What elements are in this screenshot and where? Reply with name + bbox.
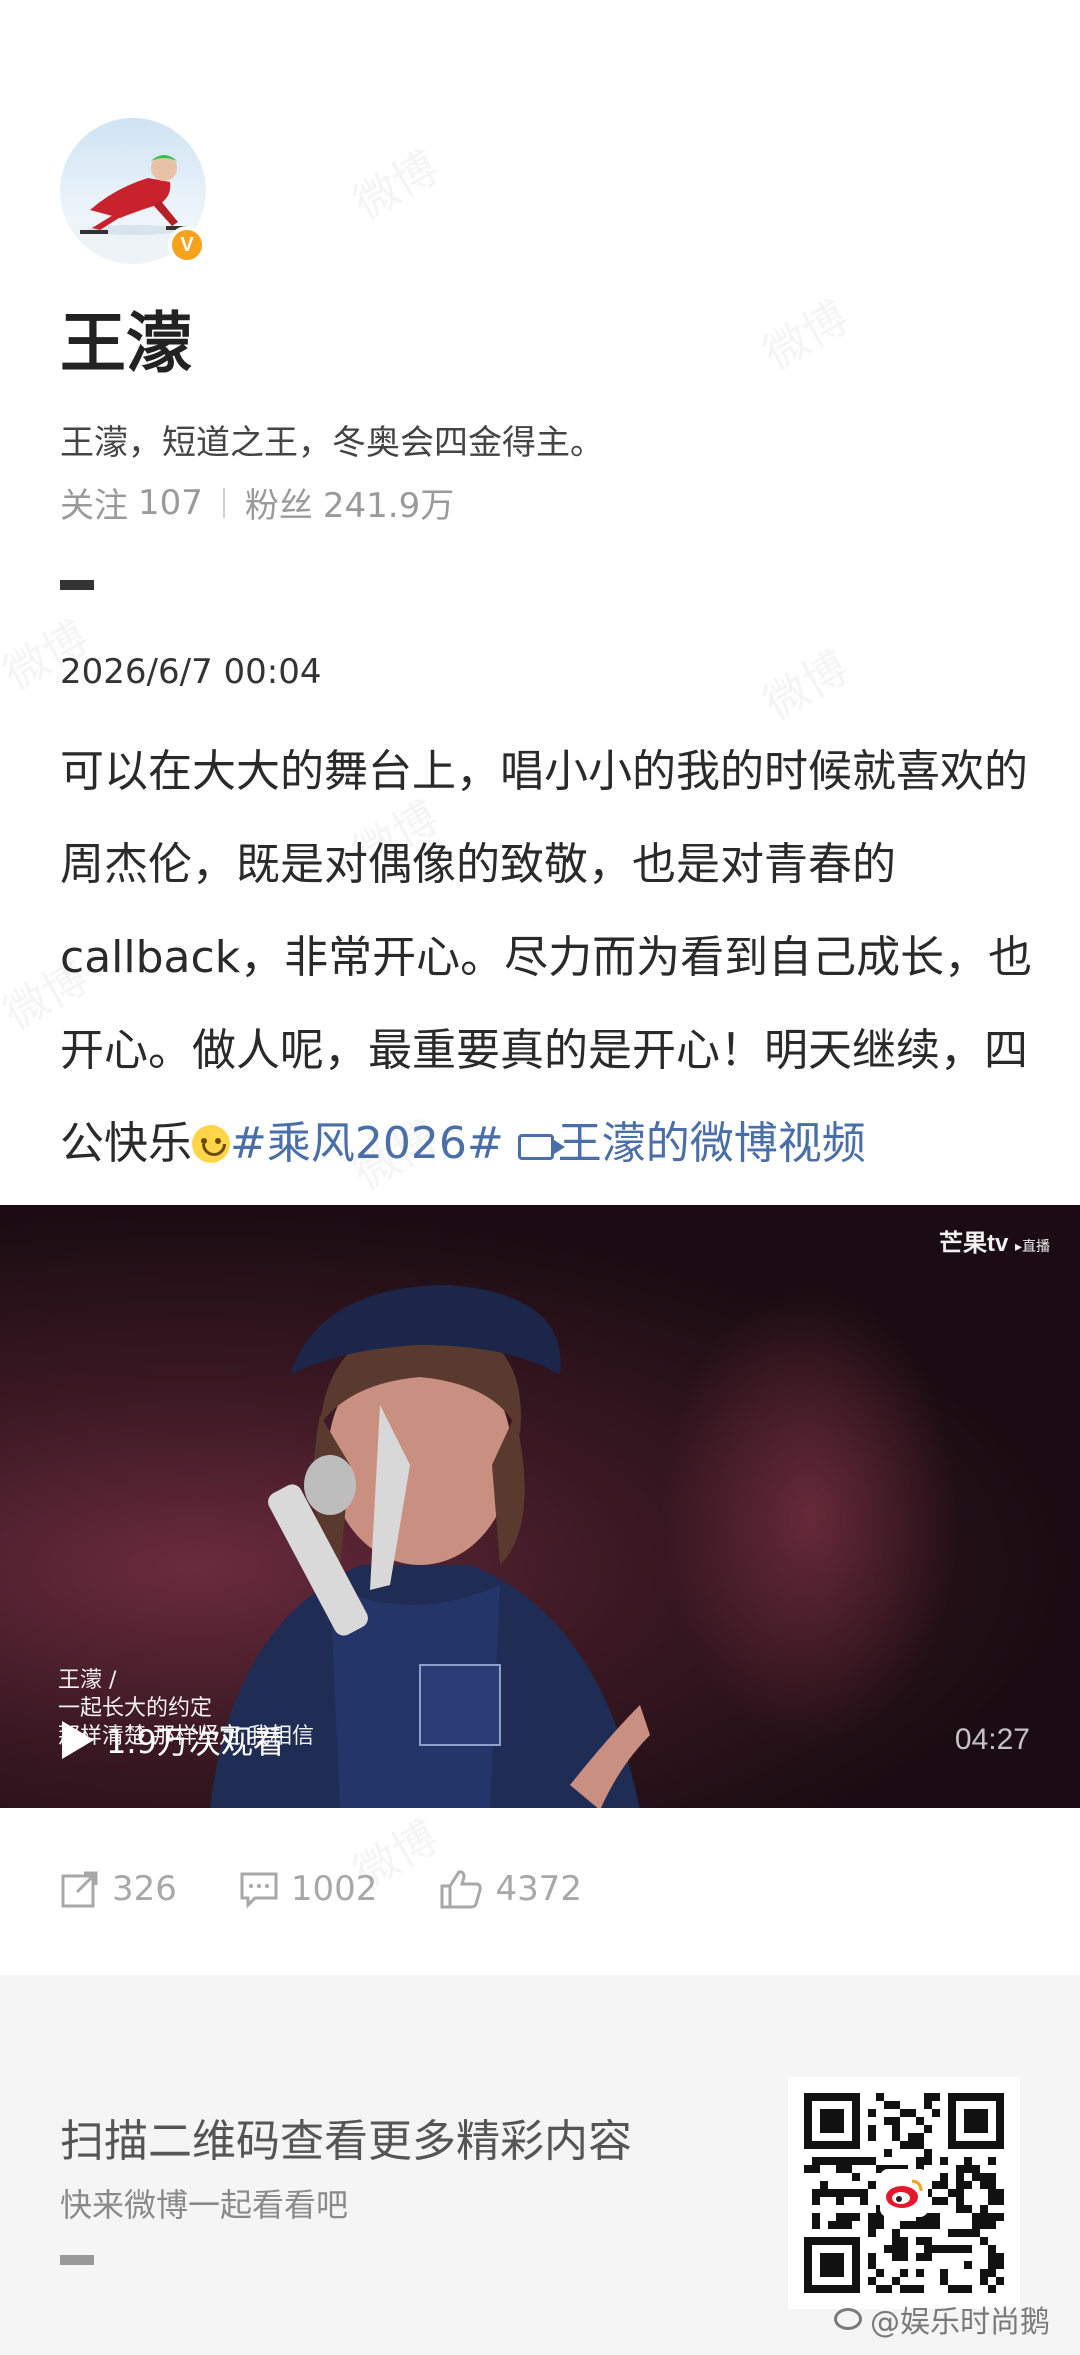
weibo-eye-icon	[834, 2308, 862, 2330]
verified-badge-icon: V	[168, 226, 206, 264]
profile-bio: 王濛，短道之王，冬奥会四金得主。	[60, 423, 604, 463]
profile-stats: 关注 107 粉丝 241.9万	[60, 478, 454, 527]
action-bar: 326 1002 4372	[60, 1868, 644, 1910]
following-count[interactable]: 107	[138, 483, 203, 523]
video-link[interactable]: 王濛的微博视频	[517, 1118, 866, 1169]
following-label[interactable]: 关注	[60, 478, 128, 527]
watermark: 微博	[750, 282, 858, 381]
weibo-logo-icon	[880, 2169, 928, 2217]
hashtag-link[interactable]: #乘风2026#	[230, 1118, 504, 1169]
qr-code[interactable]	[788, 2077, 1020, 2309]
video-link-label: 王濛的微博视频	[557, 1118, 866, 1169]
play-button[interactable]: 1.9万次观看	[62, 1717, 285, 1763]
stage-light	[660, 1285, 960, 1745]
followers-label[interactable]: 粉丝	[245, 478, 313, 527]
section-divider	[60, 580, 94, 590]
footer-divider	[60, 2255, 94, 2265]
comment-count: 1002	[290, 1869, 378, 1909]
smile-emoji-icon	[192, 1125, 230, 1163]
play-icon	[62, 1721, 94, 1759]
comment-icon	[240, 1872, 278, 1909]
view-count: 1.9万次观看	[106, 1723, 285, 1761]
post-text: 可以在大大的舞台上，唱小小的我的时候就喜欢的周杰伦，既是对偶像的致敬，也是对青春…	[60, 725, 1040, 1190]
like-count: 4372	[495, 1869, 582, 1909]
footer-subtitle: 快来微博一起看看吧	[60, 2186, 349, 2224]
video-camera-icon	[517, 1134, 565, 1160]
post-date: 2026/6/7 00:04	[60, 652, 322, 692]
like-button[interactable]: 4372	[439, 1868, 582, 1910]
comment-button[interactable]: 1002	[239, 1869, 378, 1909]
stats-divider	[222, 487, 225, 518]
qr-footer: 扫描二维码查看更多精彩内容 快来微博一起看看吧 @娱乐时尚鹅	[0, 1975, 1080, 2355]
footer-title: 扫描二维码查看更多精彩内容	[60, 2116, 632, 2167]
post-body: 可以在大大的舞台上，唱小小的我的时候就喜欢的周杰伦，既是对偶像的致敬，也是对青春…	[60, 746, 1033, 1169]
profile-name[interactable]: 王濛	[60, 290, 192, 386]
watermark: 微博	[340, 132, 448, 231]
credit-text: @娱乐时尚鹅	[870, 2305, 1050, 2340]
thumbs-up-icon	[440, 1870, 483, 1909]
author-credit: @娱乐时尚鹅	[834, 2297, 1050, 2341]
repost-button[interactable]: 326	[60, 1869, 177, 1909]
followers-count[interactable]: 241.9万	[323, 478, 454, 527]
video-player[interactable]: 芒果tv ▸直播 王濛 / 一起长大的约定 那样清楚 那样坚定 我相信 1.9万…	[0, 1205, 1080, 1808]
channel-logo: 芒果tv ▸直播	[938, 1230, 1050, 1257]
repost-count: 326	[112, 1869, 177, 1909]
video-duration: 04:27	[954, 1723, 1030, 1756]
share-icon	[61, 1871, 98, 1908]
watermark: 微博	[750, 632, 858, 731]
